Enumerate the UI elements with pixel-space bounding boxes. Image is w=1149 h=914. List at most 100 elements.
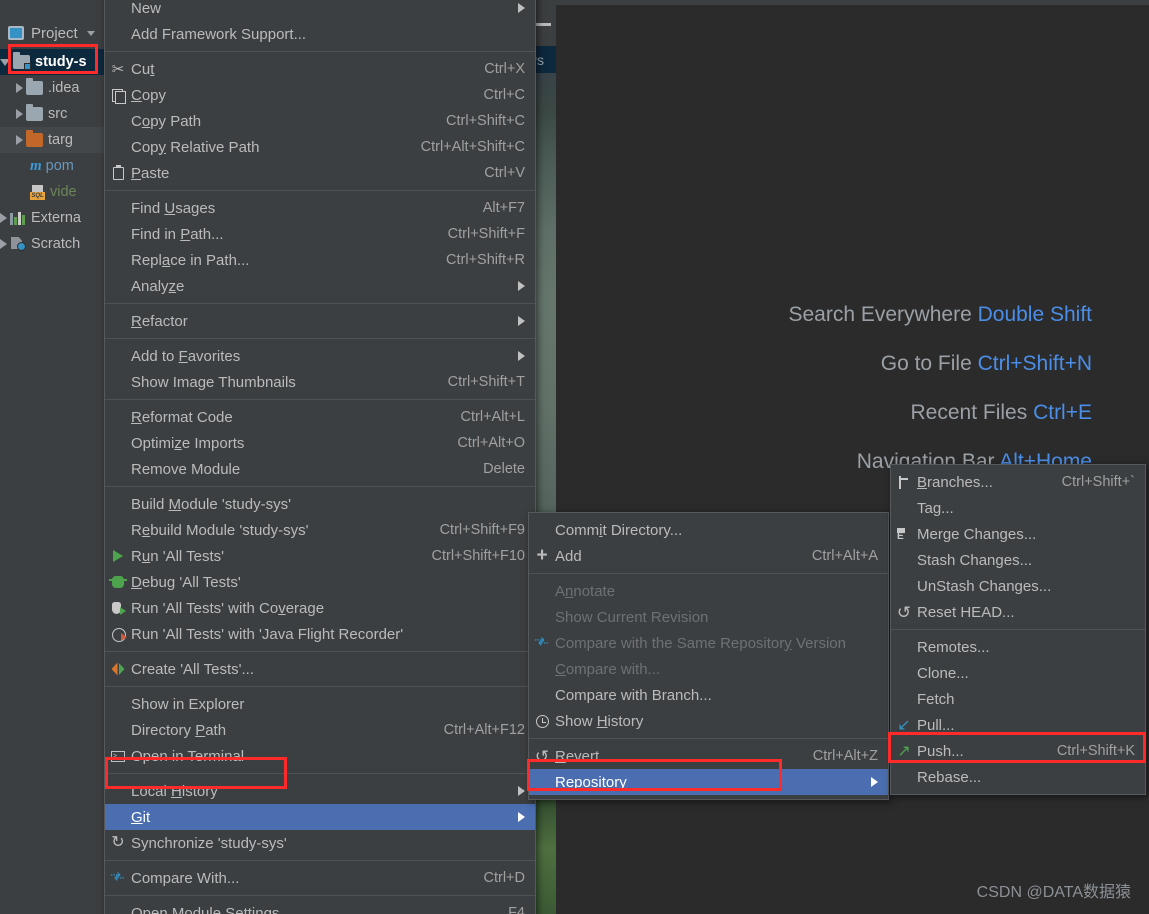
menu-item-label: Open Module Settings — [131, 904, 280, 914]
ctx-item-git[interactable]: Git — [105, 804, 535, 830]
menu-item-shortcut: Ctrl+Shift+F — [447, 226, 525, 242]
twisty-down-icon[interactable] — [0, 58, 10, 66]
menu-item-label: Compare With... — [131, 869, 240, 887]
git-item-compare-with: Compare with... — [529, 656, 888, 682]
ctx-item-run-all-tests-with-java-flight-rec[interactable]: Run 'All Tests' with 'Java Flight Record… — [105, 621, 535, 647]
menu-item-label: Repository — [555, 773, 627, 791]
ctx-item-synchronize-study-sys[interactable]: Synchronize 'study-sys' — [105, 830, 535, 856]
submenu-arrow-icon — [518, 786, 525, 796]
ctx-item-build-module-study-sys[interactable]: Build Module 'study-sys' — [105, 491, 535, 517]
menu-item-shortcut: Ctrl+Alt+Shift+C — [420, 139, 525, 155]
ctx-item-cut[interactable]: Cut Ctrl+X — [105, 56, 535, 82]
repo-item-clone[interactable]: Clone... — [891, 660, 1145, 686]
ctx-item-find-usages[interactable]: Find Usages Alt+F7 — [105, 195, 535, 221]
tree-node-src[interactable]: src — [0, 101, 104, 127]
ctx-item-reformat-code[interactable]: Reformat Code Ctrl+Alt+L — [105, 404, 535, 430]
menu-item-label: Add — [555, 547, 582, 565]
shortcut-label: Search Everywhere — [788, 303, 972, 326]
ctx-item-rebuild-module-study-sys[interactable]: Rebuild Module 'study-sys' Ctrl+Shift+F9 — [105, 517, 535, 543]
ctx-item-directory-path[interactable]: Directory Path Ctrl+Alt+F12 — [105, 717, 535, 743]
menu-item-label: Revert... — [555, 747, 612, 765]
ctx-item-copy-path[interactable]: Copy Path Ctrl+Shift+C — [105, 108, 535, 134]
ctx-item-compare-with[interactable]: Compare With... Ctrl+D — [105, 865, 535, 891]
menu-item-label: Build Module 'study-sys' — [131, 495, 291, 513]
tree-node-external-libraries[interactable]: Externa — [0, 205, 104, 231]
menu-item-label: Git — [131, 808, 151, 826]
tree-node-video-sql[interactable]: SQL vide — [0, 179, 104, 205]
twisty-right-icon[interactable] — [16, 109, 23, 119]
repo-item-fetch[interactable]: Fetch — [891, 686, 1145, 712]
twisty-right-icon[interactable] — [16, 83, 23, 93]
menu-item-label: Synchronize 'study-sys' — [131, 834, 287, 852]
menu-item-label: Open in Terminal — [131, 747, 245, 765]
git-item-add[interactable]: Add Ctrl+Alt+A — [529, 543, 888, 569]
twisty-right-icon[interactable] — [0, 239, 7, 249]
repo-item-push[interactable]: ↗ Push... Ctrl+Shift+K — [891, 738, 1145, 764]
ctx-item-optimize-imports[interactable]: Optimize Imports Ctrl+Alt+O — [105, 430, 535, 456]
git-item-annotate: Annotate — [529, 578, 888, 604]
repo-item-remotes[interactable]: Remotes... — [891, 634, 1145, 660]
twisty-right-icon[interactable] — [16, 135, 23, 145]
repo-item-merge-changes[interactable]: Merge Changes... — [891, 521, 1145, 547]
tree-node-target[interactable]: targ — [0, 127, 104, 153]
repo-item-unstash-changes[interactable]: UnStash Changes... — [891, 573, 1145, 599]
shortcut-row-search-everywhere: Search Everywhere Double Shift — [789, 303, 1093, 327]
tree-node-study[interactable]: study-s — [0, 49, 104, 75]
git-item-repository[interactable]: Repository — [529, 769, 888, 795]
menu-item-shortcut: Delete — [483, 461, 525, 477]
menu-item-label: Reformat Code — [131, 408, 233, 426]
menu-item-label: Cut — [131, 60, 155, 78]
repository-submenu[interactable]: Branches... Ctrl+Shift+` Tag... Merge Chang… — [890, 464, 1146, 795]
tree-node-label: .idea — [48, 80, 80, 96]
menu-separator — [105, 895, 535, 896]
ctx-item-run-all-tests-with-coverage[interactable]: Run 'All Tests' with Coverage — [105, 595, 535, 621]
ctx-item-analyze[interactable]: Analyze — [105, 273, 535, 299]
menu-item-label: Tag... — [917, 499, 954, 517]
ctx-item-debug-all-tests[interactable]: Debug 'All Tests' — [105, 569, 535, 595]
ctx-item-run-all-tests[interactable]: Run 'All Tests' Ctrl+Shift+F10 — [105, 543, 535, 569]
repo-item-rebase[interactable]: Rebase... — [891, 764, 1145, 790]
ctx-item-copy-relative-path[interactable]: Copy Relative Path Ctrl+Alt+Shift+C — [105, 134, 535, 160]
repo-item-tag[interactable]: Tag... — [891, 495, 1145, 521]
ctx-item-refactor[interactable]: Refactor — [105, 308, 535, 334]
folder-icon — [26, 78, 43, 95]
repo-item-stash-changes[interactable]: Stash Changes... — [891, 547, 1145, 573]
ctx-item-local-history[interactable]: Local History — [105, 778, 535, 804]
ctx-item-open-module-settings[interactable]: Open Module Settings F4 — [105, 900, 535, 914]
menu-item-label: Compare with the Same Repository Version — [555, 634, 846, 652]
chevron-down-icon[interactable] — [86, 30, 95, 36]
tree-node-pom[interactable]: m pom — [0, 153, 104, 179]
repo-item-branches[interactable]: Branches... Ctrl+Shift+` — [891, 469, 1145, 495]
project-tree: study-s .idea src targ m pom SQL vide Ex… — [0, 49, 104, 257]
ctx-item-show-in-explorer[interactable]: Show in Explorer — [105, 691, 535, 717]
git-item-show-history[interactable]: Show History — [529, 708, 888, 734]
ctx-item-remove-module[interactable]: Remove Module Delete — [105, 456, 535, 482]
repo-item-pull[interactable]: ↙ Pull... — [891, 712, 1145, 738]
ctx-item-replace-in-path[interactable]: Replace in Path... Ctrl+Shift+R — [105, 247, 535, 273]
ctx-item-add-to-favorites[interactable]: Add to Favorites — [105, 343, 535, 369]
twisty-right-icon[interactable] — [0, 213, 7, 223]
ctx-item-show-image-thumbnails[interactable]: Show Image Thumbnails Ctrl+Shift+T — [105, 369, 535, 395]
repo-item-reset-head[interactable]: Reset HEAD... — [891, 599, 1145, 625]
menu-separator — [105, 399, 535, 400]
context-menu[interactable]: New Add Framework Support... Cut Ctrl+X Copy… — [104, 0, 536, 914]
ctx-item-create-all-tests[interactable]: Create 'All Tests'... — [105, 656, 535, 682]
tree-node-idea[interactable]: .idea — [0, 75, 104, 101]
menu-item-label: Rebase... — [917, 768, 982, 786]
git-item-compare-with-branch[interactable]: Compare with Branch... — [529, 682, 888, 708]
ctx-item-new[interactable]: New — [105, 0, 535, 21]
menu-item-label: New — [131, 0, 162, 17]
ctx-item-find-in-path[interactable]: Find in Path... Ctrl+Shift+F — [105, 221, 535, 247]
shortcut-key: Ctrl+Shift+N — [977, 352, 1092, 375]
git-item-revert[interactable]: Revert... Ctrl+Alt+Z — [529, 743, 888, 769]
ctx-item-open-in-terminal[interactable]: Open in Terminal — [105, 743, 535, 769]
ide-screenshot: Project study-s .idea src targ m pom SQL… — [0, 0, 1149, 914]
git-submenu[interactable]: Commit Directory... Add Ctrl+Alt+A Annotate… — [528, 512, 889, 800]
ctx-item-copy[interactable]: Copy Ctrl+C — [105, 82, 535, 108]
tree-node-scratches[interactable]: Scratch — [0, 231, 104, 257]
menu-separator — [105, 303, 535, 304]
ctx-item-paste[interactable]: Paste Ctrl+V — [105, 160, 535, 186]
ctx-item-add-framework-support[interactable]: Add Framework Support... — [105, 21, 535, 47]
git-item-commit-directory[interactable]: Commit Directory... — [529, 517, 888, 543]
project-panel-header[interactable]: Project — [0, 19, 104, 47]
